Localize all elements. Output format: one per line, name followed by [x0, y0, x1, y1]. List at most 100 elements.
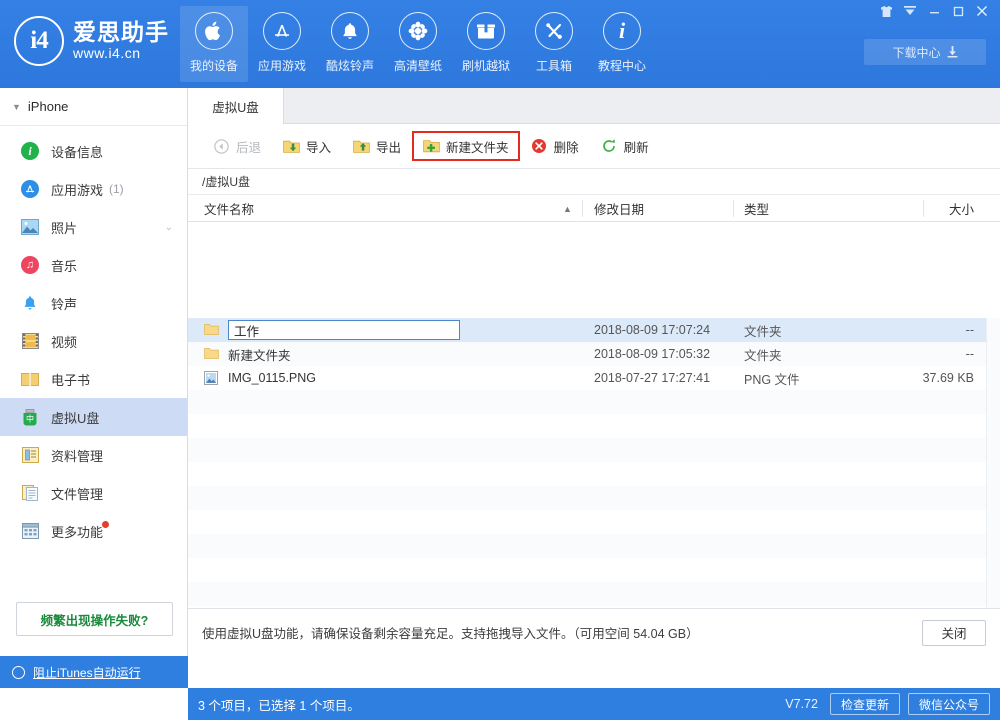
download-center-button[interactable]: 下载中心 — [864, 39, 986, 65]
table-row[interactable]: 新建文件夹 2018-08-09 17:05:32 文件夹 -- — [188, 342, 1000, 366]
cell-name — [204, 318, 460, 342]
itunes-toggle-label[interactable]: 阻止iTunes自动运行 — [33, 664, 141, 681]
column-header-type[interactable]: 类型 — [744, 195, 769, 222]
sidebar-list: i 设备信息 应用游戏 (1) 照片 ⌄ — [0, 126, 187, 550]
nav-item-tutorials[interactable]: i 教程中心 — [588, 6, 656, 82]
menu-icon[interactable] — [898, 0, 922, 22]
sidebar-item-virtual-udisk[interactable]: 中 虚拟U盘 — [0, 398, 187, 436]
minimize-icon[interactable] — [922, 0, 946, 22]
sidebar-item-label: 应用游戏 — [51, 180, 103, 199]
sidebar-item-photos[interactable]: 照片 ⌄ — [0, 208, 187, 246]
sidebar-item-music[interactable]: ♫ 音乐 — [0, 246, 187, 284]
close-button[interactable]: 关闭 — [922, 620, 986, 646]
image-icon — [204, 371, 219, 386]
check-update-button[interactable]: 检查更新 — [830, 693, 900, 715]
chevron-down-icon[interactable]: ⌄ — [165, 222, 173, 233]
notification-dot-icon — [102, 521, 109, 528]
nav-item-apps-games[interactable]: 应用游戏 — [248, 6, 316, 82]
sidebar-item-device-info[interactable]: i 设备信息 — [0, 132, 187, 170]
toolbar-label: 后退 — [236, 137, 261, 156]
export-button[interactable]: 导出 — [342, 131, 412, 161]
refresh-icon — [601, 138, 618, 155]
brand-logo: i4 爱思助手 www.i4.cn — [14, 16, 169, 66]
toolbar-label: 导出 — [376, 137, 401, 156]
column-divider[interactable] — [923, 200, 924, 217]
rename-input[interactable] — [228, 320, 460, 340]
path-bar: /虚拟U盘 — [188, 169, 1000, 195]
new-folder-button[interactable]: 新建文件夹 — [412, 131, 520, 161]
sidebar-item-label: 设备信息 — [51, 142, 103, 161]
skin-icon[interactable] — [874, 0, 898, 22]
sidebar-item-videos[interactable]: 视频 — [0, 322, 187, 360]
brand-name: 爱思助手 — [73, 20, 169, 45]
sidebar-item-ebooks[interactable]: 电子书 — [0, 360, 187, 398]
sidebar-item-label: 照片 — [51, 218, 77, 237]
nav-item-wallpapers[interactable]: 高清壁纸 — [384, 6, 452, 82]
sidebar-item-count: (1) — [109, 182, 124, 196]
app-window: i4 爱思助手 www.i4.cn 我的设备 应用游戏 — [0, 0, 1000, 720]
table-row[interactable]: IMG_0115.PNG 2018-07-27 17:27:41 PNG 文件 … — [188, 366, 1000, 390]
empty-row — [188, 462, 1000, 486]
column-divider[interactable] — [733, 200, 734, 217]
bell-icon — [331, 12, 369, 50]
cell-type: 文件夹 — [744, 342, 782, 366]
import-button[interactable]: 导入 — [272, 131, 342, 161]
sidebar-item-file-management[interactable]: 文件管理 — [0, 474, 187, 512]
column-label: 大小 — [949, 199, 974, 218]
app-header: i4 爱思助手 www.i4.cn 我的设备 应用游戏 — [0, 0, 1000, 88]
refresh-button[interactable]: 刷新 — [590, 131, 660, 161]
toolbar-label: 删除 — [554, 137, 579, 156]
table-row[interactable]: 2018-08-09 17:07:24 文件夹 -- — [188, 318, 1000, 342]
maximize-icon[interactable] — [946, 0, 970, 22]
nav-item-my-device[interactable]: 我的设备 — [180, 6, 248, 82]
radio-icon[interactable] — [12, 666, 25, 679]
column-header-size[interactable]: 大小 — [949, 195, 974, 222]
vertical-scrollbar[interactable] — [986, 318, 1000, 635]
info-bar: 使用虚拟U盘功能，请确保设备剩余容量充足。支持拖拽导入文件。（可用空间 54.0… — [188, 608, 1000, 656]
box-icon — [467, 12, 505, 50]
close-icon[interactable] — [970, 0, 994, 22]
column-label: 文件名称 — [204, 199, 254, 218]
photo-icon — [20, 217, 40, 237]
nav-label: 高清壁纸 — [394, 57, 442, 74]
import-icon — [283, 138, 300, 155]
file-toolbar: 后退 导入 导出 新建文件夹 — [188, 124, 1000, 169]
svg-text:中: 中 — [26, 413, 34, 423]
ringtone-icon — [20, 293, 40, 313]
empty-row — [188, 414, 1000, 438]
cell-name: IMG_0115.PNG — [204, 366, 316, 390]
delete-icon — [531, 138, 548, 155]
sidebar: ▼ iPhone i 设备信息 应用游戏 (1) — [0, 88, 188, 688]
nav-item-ringtones[interactable]: 酷炫铃声 — [316, 6, 384, 82]
device-header[interactable]: ▼ iPhone — [0, 88, 187, 126]
empty-row — [188, 486, 1000, 510]
info-circle-icon: i — [20, 141, 40, 161]
delete-button[interactable]: 删除 — [520, 131, 590, 161]
sidebar-item-more-features[interactable]: 更多功能 — [0, 512, 187, 550]
logo-mark: i4 — [14, 16, 64, 66]
toolbar-label: 刷新 — [624, 137, 649, 156]
sidebar-item-ringtones[interactable]: 铃声 — [0, 284, 187, 322]
nav-label: 工具箱 — [536, 57, 572, 74]
nav-item-flash-jailbreak[interactable]: 刷机越狱 — [452, 6, 520, 82]
sidebar-item-apps-games[interactable]: 应用游戏 (1) — [0, 170, 187, 208]
nav-label: 酷炫铃声 — [326, 57, 374, 74]
column-divider[interactable] — [582, 200, 583, 217]
back-button[interactable]: 后退 — [202, 131, 272, 161]
export-icon — [353, 138, 370, 155]
column-header-name[interactable]: 文件名称 — [204, 195, 254, 222]
help-button[interactable]: 频繁出现操作失败? — [16, 602, 173, 636]
tab-virtual-udisk[interactable]: 虚拟U盘 — [188, 88, 284, 124]
status-bar: 3 个项目，已选择 1 个项目。 V7.72 检查更新 微信公众号 — [188, 688, 1000, 720]
column-header-date[interactable]: 修改日期 — [594, 195, 644, 222]
column-label: 类型 — [744, 199, 769, 218]
apple-icon — [195, 12, 233, 50]
cell-date: 2018-07-27 17:27:41 — [594, 366, 710, 390]
wechat-button[interactable]: 微信公众号 — [908, 693, 990, 715]
download-icon — [947, 46, 958, 58]
nav-item-toolbox[interactable]: 工具箱 — [520, 6, 588, 82]
empty-row — [188, 510, 1000, 534]
current-path: /虚拟U盘 — [202, 173, 250, 190]
sidebar-item-data-management[interactable]: 资料管理 — [0, 436, 187, 474]
nav-label: 应用游戏 — [258, 57, 306, 74]
